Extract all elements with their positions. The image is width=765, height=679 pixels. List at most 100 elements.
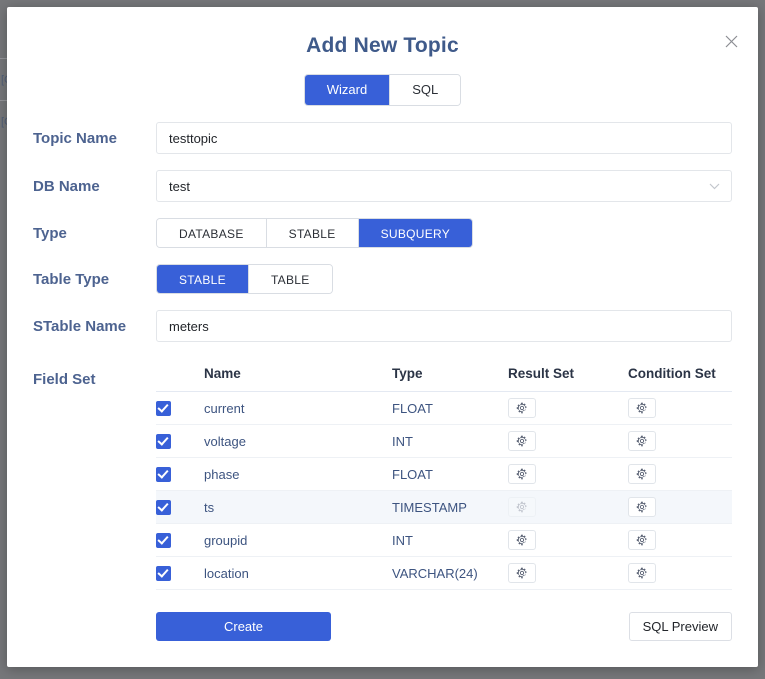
type-field-area: DATABASE STABLE SUBQUERY [156, 218, 732, 248]
create-button[interactable]: Create [156, 612, 331, 641]
column-header-select [156, 362, 204, 392]
condition-set-gear-icon[interactable] [628, 431, 656, 451]
type-label: Type [33, 225, 156, 242]
close-icon[interactable] [718, 28, 744, 54]
db-name-field-area [156, 170, 732, 202]
condition-set-cell [628, 524, 732, 557]
condition-set-gear-icon[interactable] [628, 497, 656, 517]
condition-set-cell [628, 491, 732, 524]
condition-set-cell [628, 557, 732, 590]
db-name-row: DB Name [7, 170, 758, 202]
result-set-cell [508, 557, 628, 590]
topic-name-label: Topic Name [33, 130, 156, 147]
field-type-cell: VARCHAR(24) [392, 557, 508, 590]
table-type-button-group: STABLE TABLE [156, 264, 333, 294]
condition-set-gear-icon[interactable] [628, 398, 656, 418]
result-set-cell [508, 392, 628, 425]
condition-set-cell [628, 458, 732, 491]
tab-wizard[interactable]: Wizard [305, 75, 390, 105]
result-set-gear-icon [508, 497, 536, 517]
condition-set-gear-icon[interactable] [628, 464, 656, 484]
db-name-label: DB Name [33, 178, 156, 195]
field-set-table-wrap: Name Type Result Set Condition Set curre… [156, 362, 732, 590]
stable-name-field-area [156, 310, 732, 342]
table-type-option-stable[interactable]: STABLE [157, 265, 249, 294]
table-row[interactable]: currentFLOAT [156, 392, 732, 425]
row-checkbox-cell [156, 524, 204, 557]
stable-name-row: STable Name [7, 310, 758, 342]
table-row[interactable]: phaseFLOAT [156, 458, 732, 491]
add-new-topic-dialog: Add New Topic Wizard SQL Topic Name DB N… [7, 7, 758, 667]
result-set-gear-icon[interactable] [508, 398, 536, 418]
row-checkbox[interactable] [156, 467, 171, 482]
dialog-title: Add New Topic [7, 34, 758, 58]
field-type-cell: FLOAT [392, 392, 508, 425]
topic-name-input[interactable] [156, 122, 732, 154]
table-row[interactable]: tsTIMESTAMP [156, 491, 732, 524]
row-checkbox[interactable] [156, 401, 171, 416]
stable-name-label: STable Name [33, 318, 156, 335]
result-set-cell [508, 425, 628, 458]
result-set-cell [508, 524, 628, 557]
table-row[interactable]: groupidINT [156, 524, 732, 557]
topic-name-field-area [156, 122, 732, 154]
type-row: Type DATABASE STABLE SUBQUERY [7, 218, 758, 248]
field-set-head: Name Type Result Set Condition Set [156, 362, 732, 392]
stable-name-input[interactable] [156, 310, 732, 342]
field-name-cell: current [204, 392, 392, 425]
column-header-result-set: Result Set [508, 362, 628, 392]
field-set-header-row: Name Type Result Set Condition Set [156, 362, 732, 392]
row-checkbox-cell [156, 458, 204, 491]
result-set-gear-icon[interactable] [508, 563, 536, 583]
result-set-gear-icon[interactable] [508, 431, 536, 451]
mode-tab-group: Wizard SQL [7, 74, 758, 106]
row-checkbox[interactable] [156, 533, 171, 548]
column-header-condition-set: Condition Set [628, 362, 732, 392]
field-name-cell: location [204, 557, 392, 590]
row-checkbox-cell [156, 557, 204, 590]
table-type-option-table[interactable]: TABLE [249, 265, 332, 294]
type-option-stable[interactable]: STABLE [267, 219, 359, 248]
row-checkbox-cell [156, 392, 204, 425]
result-set-gear-icon[interactable] [508, 530, 536, 550]
dialog-footer: Create SQL Preview [7, 612, 758, 641]
topic-name-row: Topic Name [7, 122, 758, 154]
table-type-row: Table Type STABLE TABLE [7, 264, 758, 294]
field-type-cell: INT [392, 425, 508, 458]
field-set-row: Field Set Name Type Result Set Condition… [7, 362, 758, 590]
condition-set-gear-icon[interactable] [628, 563, 656, 583]
db-name-select[interactable] [156, 170, 732, 202]
field-name-cell: ts [204, 491, 392, 524]
table-type-field-area: STABLE TABLE [156, 264, 732, 294]
sql-preview-button[interactable]: SQL Preview [629, 612, 732, 641]
result-set-gear-icon[interactable] [508, 464, 536, 484]
field-type-cell: FLOAT [392, 458, 508, 491]
field-set-label: Field Set [33, 362, 156, 590]
table-row[interactable]: voltageINT [156, 425, 732, 458]
type-option-database[interactable]: DATABASE [157, 219, 267, 248]
mode-tabs: Wizard SQL [304, 74, 461, 106]
table-row[interactable]: locationVARCHAR(24) [156, 557, 732, 590]
field-type-cell: TIMESTAMP [392, 491, 508, 524]
result-set-cell [508, 491, 628, 524]
column-header-type: Type [392, 362, 508, 392]
tab-sql[interactable]: SQL [390, 75, 460, 105]
result-set-cell [508, 458, 628, 491]
type-option-subquery[interactable]: SUBQUERY [359, 219, 473, 248]
type-button-group: DATABASE STABLE SUBQUERY [156, 218, 473, 248]
table-type-label: Table Type [33, 271, 156, 288]
row-checkbox[interactable] [156, 500, 171, 515]
footer-left: Create [156, 612, 331, 641]
row-checkbox-cell [156, 425, 204, 458]
field-type-cell: INT [392, 524, 508, 557]
condition-set-cell [628, 392, 732, 425]
row-checkbox[interactable] [156, 566, 171, 581]
column-header-name: Name [204, 362, 392, 392]
field-set-table: Name Type Result Set Condition Set curre… [156, 362, 732, 590]
field-name-cell: groupid [204, 524, 392, 557]
condition-set-cell [628, 425, 732, 458]
row-checkbox[interactable] [156, 434, 171, 449]
condition-set-gear-icon[interactable] [628, 530, 656, 550]
row-checkbox-cell [156, 491, 204, 524]
field-name-cell: phase [204, 458, 392, 491]
